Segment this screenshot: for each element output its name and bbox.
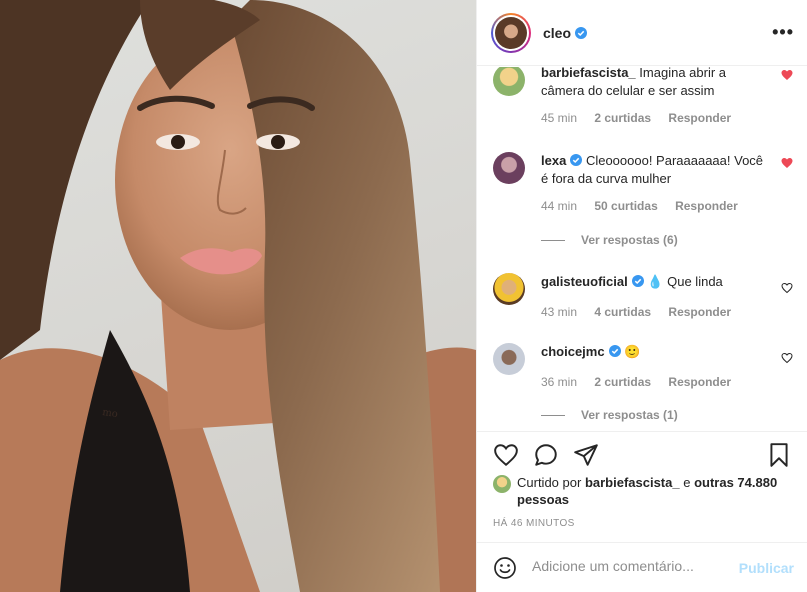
comment-time: 44 min <box>541 199 578 213</box>
comment-likes[interactable]: 4 curtidas <box>594 305 651 319</box>
comment-likes[interactable]: 2 curtidas <box>594 375 651 389</box>
author-avatar[interactable] <box>491 12 531 53</box>
verified-badge-icon <box>570 154 583 166</box>
post-sidebar: cleo ••• barbiefascista_ Imagina abrir a… <box>476 0 807 592</box>
comments-list: barbiefascista_ Imagina abrir a câmera d… <box>477 67 807 431</box>
emoji-icon[interactable] <box>493 556 517 580</box>
commenter-avatar[interactable] <box>493 343 525 375</box>
author-username[interactable]: cleo <box>543 25 588 41</box>
svg-text:mo: mo <box>102 407 119 420</box>
commenter-username[interactable]: barbiefascista_ <box>541 67 636 80</box>
publish-button[interactable]: Publicar <box>739 560 794 576</box>
comment-text: choicejmc 🙂 <box>541 344 641 359</box>
liker-avatar[interactable] <box>493 475 511 493</box>
commenter-avatar[interactable] <box>493 67 525 96</box>
reply-button[interactable]: Responder <box>668 111 731 125</box>
heart-outline-icon[interactable] <box>781 282 793 294</box>
liked-heart-icon[interactable] <box>781 69 793 81</box>
comment-meta: 44 min 50 curtidas Responder <box>541 199 752 213</box>
view-replies-button[interactable]: Ver respostas (1) <box>541 408 678 422</box>
heart-outline-icon[interactable] <box>781 352 793 364</box>
comment-bubble-icon[interactable] <box>533 442 559 468</box>
heart-outline-icon[interactable] <box>493 442 519 468</box>
comment-meta: 43 min 4 curtidas Responder <box>541 305 745 319</box>
comment-time: 36 min <box>541 375 578 389</box>
commenter-username[interactable]: galisteuoficial <box>541 274 628 289</box>
liker-username[interactable]: barbiefascista_ <box>585 475 680 490</box>
verified-badge-icon <box>631 275 644 287</box>
verified-badge-icon <box>608 345 621 357</box>
post-time[interactable]: HÁ 46 MINUTOS <box>493 518 575 529</box>
reply-button[interactable]: Responder <box>675 199 738 213</box>
paper-plane-icon[interactable] <box>573 442 599 468</box>
reply-button[interactable]: Responder <box>668 305 731 319</box>
reply-button[interactable]: Responder <box>668 375 731 389</box>
post-photo[interactable]: mo <box>0 0 476 592</box>
bookmark-icon[interactable] <box>766 442 792 468</box>
comment-time: 43 min <box>541 305 578 319</box>
comment-time: 45 min <box>541 111 578 125</box>
comment-meta: 36 min 2 curtidas Responder <box>541 375 745 389</box>
commenter-avatar[interactable] <box>493 152 525 184</box>
comment-text: galisteuoficial 💧 Que linda <box>541 274 723 289</box>
more-options-icon[interactable]: ••• <box>772 23 794 41</box>
comment-input[interactable] <box>532 558 732 574</box>
liked-by: Curtido por barbiefascista_ e outras 74.… <box>493 474 793 508</box>
commenter-username[interactable]: lexa <box>541 153 566 168</box>
post-header: cleo ••• <box>477 0 807 66</box>
commenter-username[interactable]: choicejmc <box>541 344 605 359</box>
selfie-image: mo <box>0 0 476 592</box>
comment-text: barbiefascista_ Imagina abrir a câmera d… <box>541 67 727 98</box>
comment-likes[interactable]: 2 curtidas <box>594 111 651 125</box>
comment-text: lexa Cleoooooo! Paraaaaaaa! Você é fora … <box>541 153 764 186</box>
action-bar <box>477 431 807 475</box>
view-replies-button[interactable]: Ver respostas (6) <box>541 233 678 247</box>
add-comment-bar: Publicar <box>477 542 807 592</box>
commenter-avatar[interactable] <box>493 273 525 305</box>
comment-likes[interactable]: 50 curtidas <box>594 199 657 213</box>
verified-badge-icon <box>575 26 588 39</box>
comment-meta: 45 min 2 curtidas Responder <box>541 111 745 125</box>
liked-heart-icon[interactable] <box>781 157 793 169</box>
